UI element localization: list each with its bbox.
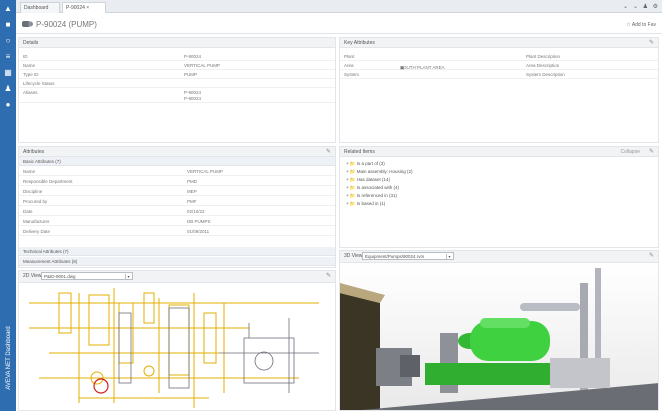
pump-icon <box>22 21 33 27</box>
field-label: Area Description <box>526 63 560 68</box>
field-label: Area <box>344 63 354 68</box>
tree-item[interactable]: + 📁 Main assembly: Housing (2) <box>346 169 413 175</box>
edit-icon[interactable]: ✎ <box>326 272 331 279</box>
field-label: ID <box>23 54 28 59</box>
search-icon[interactable]: ○ <box>3 36 13 46</box>
chevron-down-icon[interactable]: ⌄ <box>623 3 628 10</box>
brand-label: AVEVA NET Dashboard <box>6 326 12 390</box>
tab-label: P-90024 <box>66 5 85 11</box>
field-value: PUMP <box>184 72 198 77</box>
chevron-down-icon: ▾ <box>446 254 452 260</box>
tree-item[interactable]: + 📁 Is based in (1) <box>346 201 385 207</box>
page-header: P-90024 (PUMP) ☆ Add to Fav <box>16 14 662 34</box>
user-icon[interactable]: ♟ <box>3 84 13 94</box>
grid-icon[interactable]: ▦ <box>3 68 13 78</box>
model-select[interactable]: Equipment/Pumps/90024.rvm ▾ <box>362 252 454 260</box>
field-value: VERTICAL PUMP <box>187 169 224 174</box>
panel-header: 3D View Equipment/Pumps/90024.rvm ▾ ✎ <box>340 251 658 263</box>
field-label: Responsible Department <box>23 179 73 184</box>
field-label: Manufacturer <box>23 219 50 224</box>
drawing-select[interactable]: P&ID-9001.dwg ▾ <box>41 272 133 280</box>
panel-header: Details <box>19 38 335 48</box>
field-label: Plant Description <box>526 54 561 59</box>
field-value: VERTICAL PUMP <box>184 63 221 68</box>
field-label: Discipline <box>23 189 43 194</box>
chevron-down-icon: ▾ <box>125 274 131 280</box>
field-label: Date <box>23 209 33 214</box>
panel-header: Attributes ✎ <box>19 147 335 157</box>
tree-item[interactable]: + 📁 Has dataset (14) <box>346 177 390 183</box>
panel-header: 2D View P&ID-9001.dwg ▾ ✎ <box>19 271 335 283</box>
section-measurement-attributes[interactable]: Measurement Attributes (8) <box>19 257 335 266</box>
field-label: Name <box>23 63 36 68</box>
tab-dashboard[interactable]: Dashboard <box>20 2 60 13</box>
app-sidebar: ▲ ■ ○ ≡ ▦ ♟ ● AVEVA NET Dashboard <box>0 0 16 411</box>
field-label: Name <box>23 169 36 174</box>
bookmark-icon[interactable]: ■ <box>3 20 13 30</box>
chevron-down-icon[interactable]: ⌄ <box>633 3 638 10</box>
tab-equipment[interactable]: P-90024 × <box>62 2 106 13</box>
field-label: System Description <box>526 72 565 77</box>
home-icon[interactable]: ▲ <box>3 4 13 14</box>
settings-icon[interactable]: ● <box>3 100 13 110</box>
field-value: P-90024 <box>184 54 202 59</box>
panel-header: Related Items Collapse ✎ <box>340 147 658 157</box>
section-technical-attributes[interactable]: Technical Attributes (7) <box>19 247 335 256</box>
tree-item[interactable]: + 📁 Is referenced in (31) <box>346 193 397 199</box>
field-value: MEP <box>187 189 197 194</box>
field-label: Delivery Date <box>23 229 51 234</box>
field-value: 01/09/2011 <box>187 229 210 234</box>
edit-icon[interactable]: ✎ <box>649 252 654 259</box>
close-icon[interactable]: × <box>86 5 89 11</box>
view-label: 3D View <box>344 253 363 259</box>
view-label: 2D View <box>23 273 42 279</box>
edit-icon[interactable]: ✎ <box>649 39 654 46</box>
field-label: Lifecycle Status <box>23 81 55 86</box>
collapse-button[interactable]: Collapse <box>621 149 640 155</box>
details-panel: Details ID P-90024 Name VERTICAL PUMP Type… <box>18 37 336 143</box>
tree-item[interactable]: + 📁 Is associated with (4) <box>346 185 399 191</box>
field-value: DB PUMPS <box>187 219 211 224</box>
field-label: System <box>344 72 360 77</box>
3d-model-viewer[interactable] <box>340 263 659 411</box>
field-value: 02/10/22 <box>187 209 205 214</box>
2d-view-panel: 2D View P&ID-9001.dwg ▾ ✎ <box>18 270 336 411</box>
tab-bar: Dashboard P-90024 × ⌄ ⌄ ♟ ⚙ <box>16 0 662 13</box>
field-label: Type ID <box>23 72 39 77</box>
user-icon[interactable]: ♟ <box>643 3 648 10</box>
list-icon[interactable]: ≡ <box>3 52 13 62</box>
field-value: PMD <box>187 179 197 184</box>
panel-header: Key Attributes ✎ <box>340 38 658 48</box>
field-label: Plant <box>344 54 355 59</box>
attributes-panel: Attributes ✎ Basic Attributes (7) Name VER… <box>18 146 336 268</box>
page-title: P-90024 (PUMP) <box>36 20 97 29</box>
edit-icon[interactable]: ✎ <box>326 148 331 155</box>
field-label: Procured by <box>23 199 48 204</box>
3d-view-panel: 3D View Equipment/Pumps/90024.rvm ▾ ✎ <box>339 250 659 411</box>
edit-icon[interactable]: ✎ <box>649 148 654 155</box>
add-favourite-button[interactable]: ☆ Add to Fav <box>626 22 656 28</box>
related-items-panel: Related Items Collapse ✎ + 📁 Is a part o… <box>339 146 659 248</box>
tree-item[interactable]: + 📁 Is a part of (3) <box>346 161 385 167</box>
pid-drawing[interactable] <box>19 283 336 411</box>
section-basic-attributes[interactable]: Basic Attributes (7) <box>19 157 335 166</box>
field-value: PMF <box>187 199 197 204</box>
tab-label: Dashboard <box>24 5 49 11</box>
field-value: P-90024 <box>184 96 202 101</box>
gear-icon[interactable]: ⚙ <box>653 3 658 10</box>
key-attributes-panel: Key Attributes ✎ Plant Plant Description A… <box>339 37 659 143</box>
